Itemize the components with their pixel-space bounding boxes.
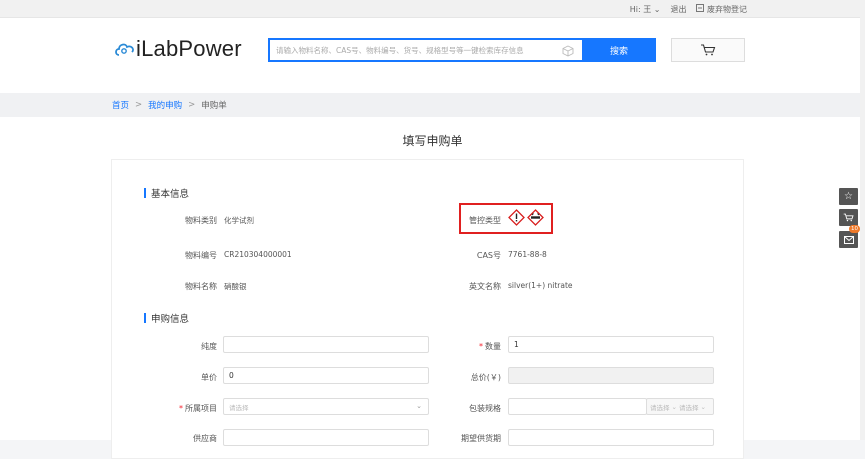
page-title: 填写申购单 [402, 134, 463, 148]
top-links: Hi: 王 ⌄ 退出 废弃物登记 [630, 4, 747, 15]
search-placeholder: 请输入物料名称、CAS号、物料编号、货号、规格型号等一键检索库存信息 [276, 45, 524, 55]
quantity-label: * 数量 [440, 341, 501, 352]
category-label: 物料类别 [185, 216, 217, 225]
logo[interactable]: iLabPower [114, 36, 242, 62]
user-greeting[interactable]: Hi: 王 ⌄ [630, 4, 661, 15]
english-name-value: silver(1+) nitrate [508, 281, 573, 290]
recycle-icon [696, 4, 705, 12]
mail-icon [843, 235, 854, 244]
pack-unit-select[interactable]: 请选择 ⌄ 请选择 ⌄ [646, 398, 714, 415]
cas-label: CAS号 [476, 251, 501, 260]
pack-spec-input[interactable] [508, 398, 647, 415]
chevron-down-icon: ⌄ [700, 402, 706, 411]
waste-register-link[interactable]: 废弃物登记 [696, 4, 747, 15]
waste-register-label: 废弃物登记 [707, 5, 747, 14]
name-label: 物料名称 [185, 282, 217, 291]
cas-value: 7761-88-8 [508, 250, 547, 259]
project-label-text: 所属项目 [185, 404, 217, 413]
chevron-down-icon: ⌄ [671, 402, 677, 411]
total-price-input [508, 367, 714, 384]
section-basic-info: 基本信息 [144, 186, 189, 200]
purity-label: 纯度 [201, 342, 217, 351]
breadcrumb-separator: > [188, 100, 196, 110]
greeting-text: Hi: [629, 5, 641, 14]
corrosive-hazard-icon [527, 209, 544, 226]
exclamation-hazard-icon [508, 209, 525, 226]
pack-unit-placeholder-2: 请选择 [678, 403, 699, 412]
purity-input[interactable] [223, 336, 429, 353]
cube-icon[interactable] [562, 45, 574, 57]
expected-date-input[interactable] [508, 429, 714, 446]
breadcrumb-current: 申购单 [201, 101, 227, 111]
supplier-input[interactable] [223, 429, 429, 446]
breadcrumb-separator: > [135, 100, 143, 110]
quantity-input[interactable]: 1 [508, 336, 714, 353]
logo-text: iLabPower [136, 36, 242, 61]
favorite-button[interactable]: ☆ [839, 188, 858, 205]
top-bar: Hi: 王 ⌄ 退出 废弃物登记 [0, 0, 865, 18]
header: iLabPower 请输入物料名称、CAS号、物料编号、货号、规格型号等一键检索… [0, 18, 865, 93]
project-label: * 所属项目 [150, 403, 217, 414]
star-icon: ☆ [844, 191, 853, 202]
breadcrumb-my-requests[interactable]: 我的申购 [148, 99, 182, 111]
search-input[interactable]: 请输入物料名称、CAS号、物料编号、货号、规格型号等一键检索库存信息 [268, 38, 582, 62]
cart-button[interactable] [671, 38, 745, 62]
code-label: 物料编号 [185, 251, 217, 260]
total-price-label: 总价(￥) [470, 373, 501, 382]
user-name: 王 [643, 5, 652, 14]
messages-button[interactable]: 10 [839, 225, 860, 248]
search-button[interactable]: 搜索 [582, 38, 656, 62]
cart-icon [843, 213, 854, 222]
project-select[interactable]: 请选择 ⌄ [223, 398, 429, 415]
scrollbar[interactable] [860, 0, 865, 440]
chevron-down-icon: ⌄ [416, 402, 422, 410]
required-mark: * [479, 342, 483, 351]
logout-link[interactable]: 退出 [670, 4, 686, 15]
quantity-label-text: 数量 [485, 342, 501, 351]
message-count-badge: 10 [849, 225, 860, 233]
code-value: CR210304000001 [224, 250, 292, 259]
category-value: 化学试剂 [224, 216, 254, 225]
cart-icon [701, 44, 716, 56]
side-cart-button[interactable] [839, 209, 858, 226]
breadcrumb: 首页 > 我的申购 > 申购单 [0, 93, 865, 117]
supplier-label: 供应商 [193, 434, 217, 443]
search-bar: 请输入物料名称、CAS号、物料编号、货号、规格型号等一键检索库存信息 搜索 [268, 38, 656, 62]
logo-cloud-icon [115, 43, 134, 56]
name-value: 硝酸银 [224, 282, 247, 291]
main-content: 填写申购单 [0, 117, 865, 459]
required-mark: * [179, 404, 183, 413]
breadcrumb-home[interactable]: 首页 [112, 99, 129, 111]
section-purchase-info: 申购信息 [144, 311, 189, 325]
project-placeholder: 请选择 [229, 403, 249, 412]
pack-unit-placeholder: 请选择 [650, 403, 670, 412]
unit-price-label: 单价 [201, 373, 217, 382]
chevron-down-icon: ⌄ [653, 5, 661, 14]
expected-date-label: 期望供货期 [461, 434, 501, 443]
pack-spec-label: 包装规格 [469, 404, 501, 413]
control-type-label: 管控类型 [469, 216, 501, 225]
unit-price-input[interactable]: 0 [223, 367, 429, 384]
english-name-label: 英文名称 [469, 282, 501, 291]
